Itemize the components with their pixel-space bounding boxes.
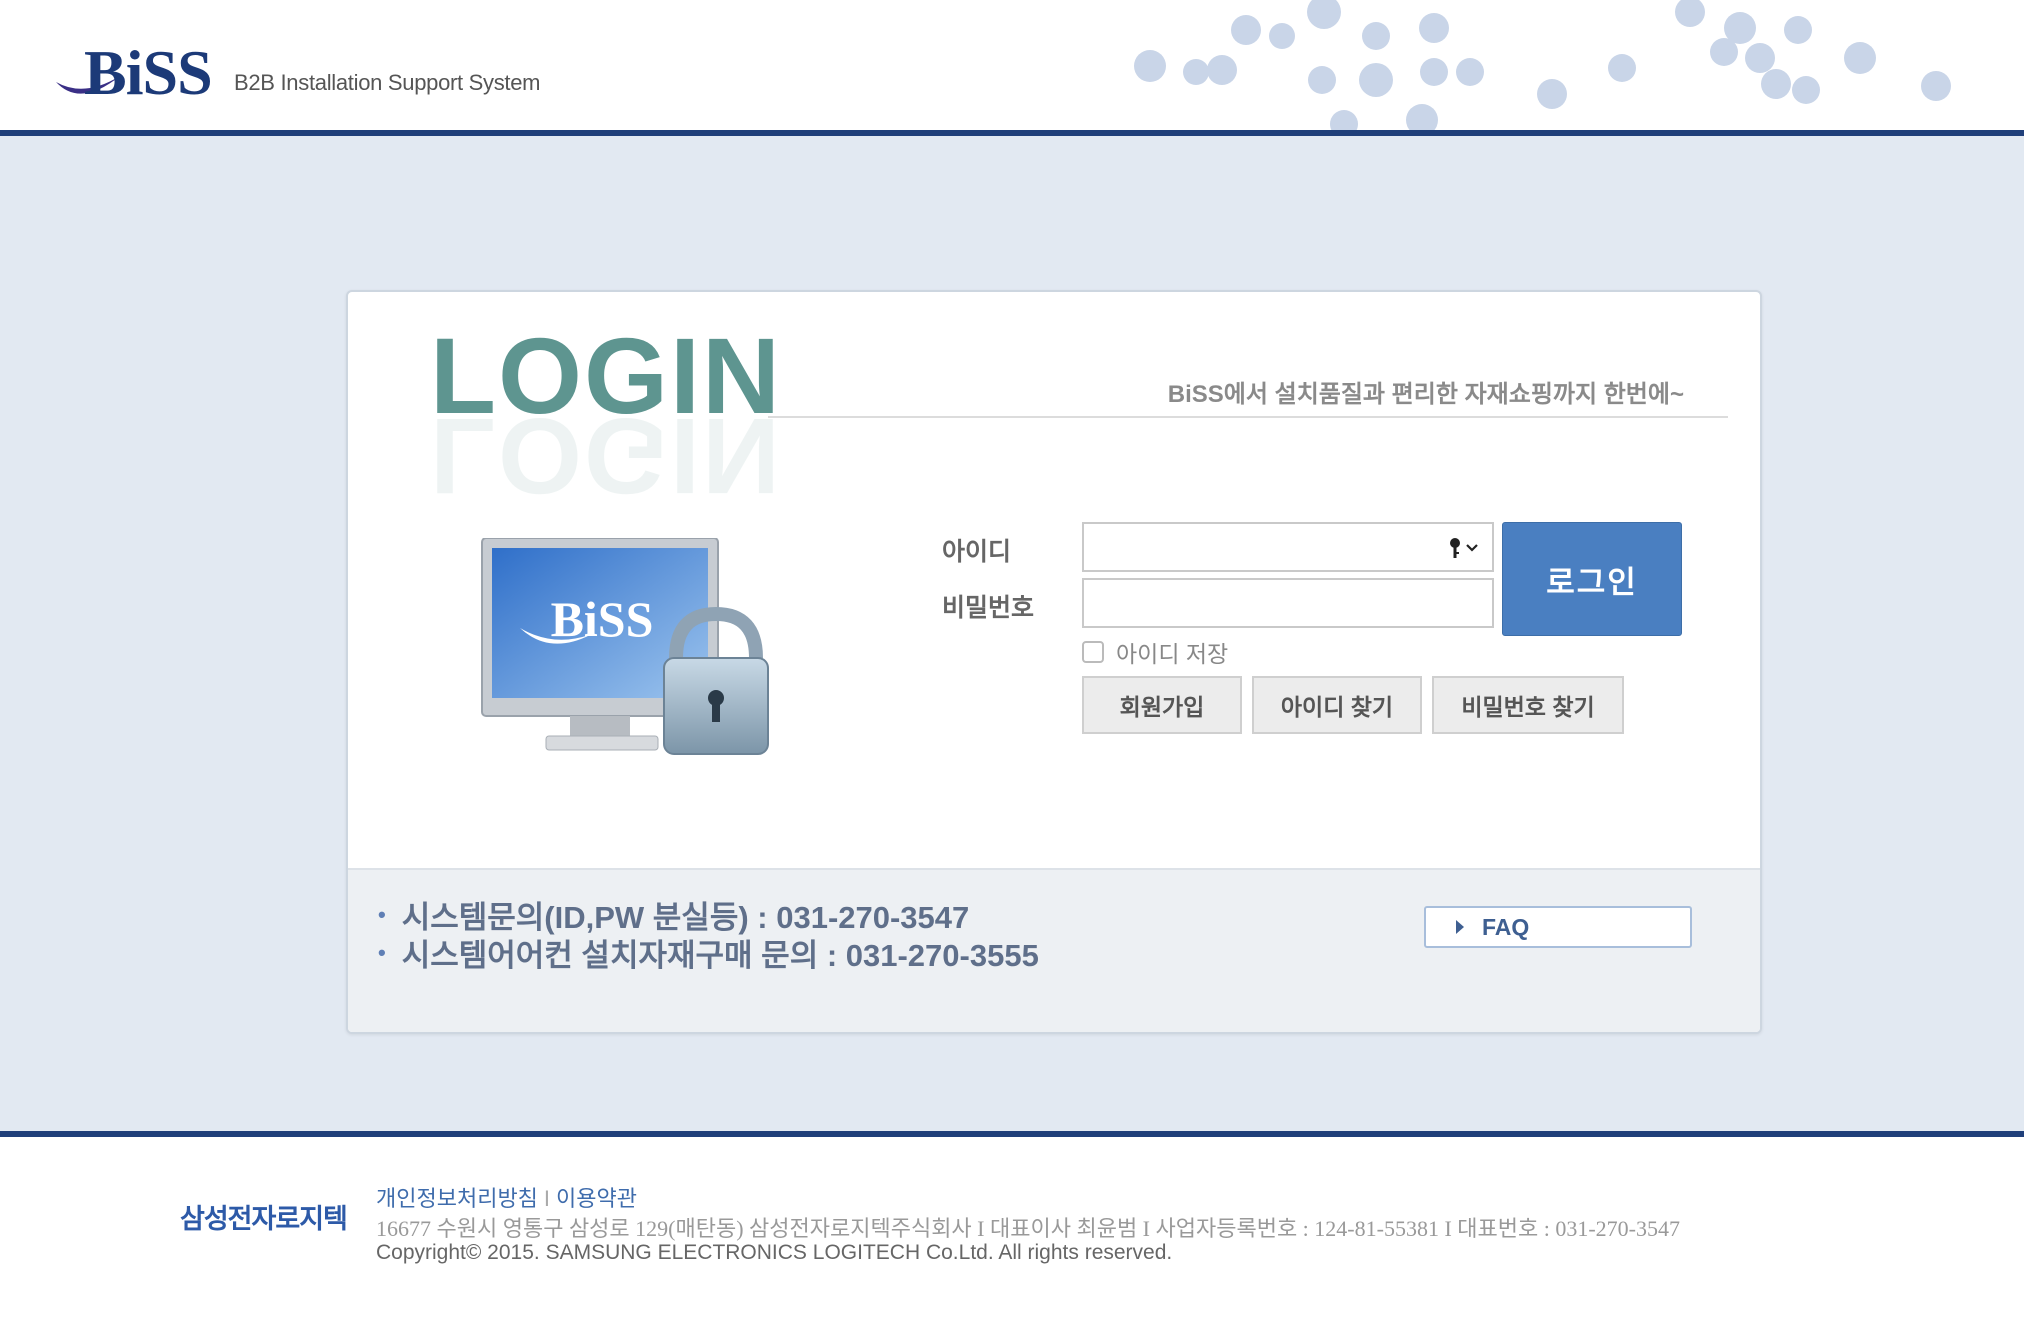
contact-area: • 시스템문의(ID,PW 분실등) : 031-270-3547 • 시스템어… [348, 868, 1760, 1032]
link-separator: I [543, 1186, 551, 1211]
find-id-button[interactable]: 아이디 찾기 [1252, 676, 1422, 734]
faq-label: FAQ [1482, 913, 1530, 940]
company-address: 16677 수원시 영통구 삼성로 129(매탄동) 삼성전자로지텍주식회사 I… [376, 1216, 1681, 1241]
login-button[interactable]: 로그인 [1502, 522, 1682, 636]
password-field-box [1082, 578, 1494, 628]
monitor-logo-text: BiSS [551, 591, 654, 647]
remember-id-label: 아이디 저장 [1116, 641, 1229, 667]
find-password-button[interactable]: 비밀번호 찾기 [1432, 676, 1624, 734]
id-field-box [1082, 522, 1494, 572]
bullet-icon: • [378, 939, 386, 965]
password-input[interactable] [1084, 580, 1492, 626]
copyright: Copyright© 2015. SAMSUNG ELECTRONICS LOG… [376, 1241, 1173, 1264]
aircon-inquiry-text: 시스템어어컨 설치자재구매 문의 : 031-270-3555 [401, 938, 1039, 973]
company-logo: 삼성전자로지텍 [180, 1204, 348, 1234]
faq-button[interactable]: FAQ [1424, 906, 1692, 948]
remember-id[interactable]: 아이디 저장 [1082, 632, 1228, 672]
aircon-inquiry-line: • 시스템어어컨 설치자재구매 문의 : 031-270-3555 [378, 930, 1039, 975]
id-input[interactable] [1084, 524, 1492, 570]
remember-id-checkbox[interactable] [1082, 641, 1104, 663]
footer: 삼성전자로지텍 개인정보처리방침 I 이용약관 16677 수원시 영통구 삼성로 … [0, 1137, 2024, 1344]
biss-logo[interactable]: BiSS B2B Installation Support System [54, 30, 574, 110]
login-title-reflection: LOGIN [430, 396, 782, 517]
header: BiSS B2B Installation Support System [0, 0, 2024, 132]
tagline: BiSS에서 설치품질과 편리한 자재쇼핑까지 한번에~ [1167, 381, 1684, 408]
footer-links: 개인정보처리방침 I 이용약관 [376, 1181, 637, 1213]
bullet-icon: • [378, 901, 386, 927]
privacy-policy-link[interactable]: 개인정보처리방침 [376, 1186, 538, 1211]
id-label: 아이디 [942, 538, 1012, 566]
monitor-lock-illustration: BiSS [481, 538, 769, 755]
decorative-dots [1134, 0, 1951, 132]
logo-text: BiSS [84, 37, 213, 108]
join-button[interactable]: 회원가입 [1082, 676, 1242, 734]
play-arrow-icon [1456, 920, 1464, 934]
title-divider [768, 416, 1728, 418]
terms-link[interactable]: 이용약관 [556, 1186, 637, 1211]
logo-subtitle: B2B Installation Support System [234, 70, 541, 95]
password-label: 비밀번호 [942, 594, 1035, 622]
key-autofill-icon[interactable] [1446, 536, 1482, 560]
login-panel: LOGIN LOGIN BiSS에서 설치품질과 편리한 자재쇼핑까지 한번에~… [346, 290, 1762, 1034]
